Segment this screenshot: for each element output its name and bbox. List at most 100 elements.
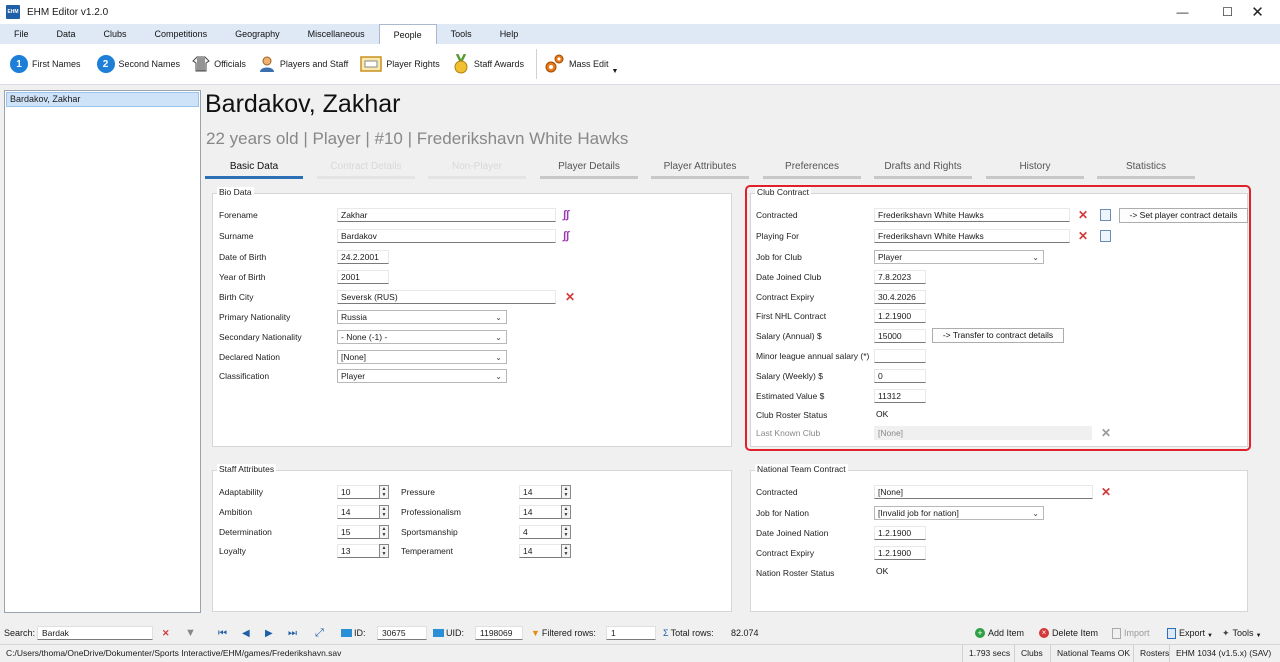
primary-nationality-select[interactable]: Russia ⌄	[337, 310, 507, 324]
secondary-nationality-select[interactable]: - None (-1) - ⌄	[337, 330, 507, 344]
menu-people[interactable]: People	[378, 24, 437, 44]
player-rights-button[interactable]: Player Rights	[360, 49, 452, 79]
add-item-button[interactable]: + Add Item	[975, 622, 1024, 644]
players-staff-button[interactable]: Players and Staff	[258, 49, 360, 79]
declared-nation-select[interactable]: [None] ⌄	[337, 350, 507, 364]
spinner-icon[interactable]: ▲ ▼	[561, 525, 571, 539]
determination-stepper[interactable]: 15 ▲ ▼	[337, 525, 389, 539]
clear-icon[interactable]: ✕	[1078, 230, 1088, 242]
estimated-value-field[interactable]: 11312	[874, 389, 926, 403]
menu-competitions[interactable]: Competitions	[141, 24, 222, 44]
contract-expiry-field[interactable]: 30.4.2026	[874, 290, 926, 304]
copy-icon[interactable]	[1100, 209, 1111, 221]
export-button[interactable]: Export ▼	[1167, 622, 1213, 644]
clear-icon[interactable]: ✕	[1101, 486, 1111, 498]
tab-drafts-rights[interactable]: Drafts and Rights	[874, 158, 972, 179]
spinner-icon[interactable]: ▲ ▼	[379, 505, 389, 519]
adaptability-stepper[interactable]: 10 ▲ ▼	[337, 485, 389, 499]
delete-item-button[interactable]: × Delete Item	[1039, 622, 1098, 644]
spinner-icon[interactable]: ▲ ▼	[379, 485, 389, 499]
list-item[interactable]: Bardakov, Zakhar	[6, 92, 199, 107]
spinner-icon[interactable]: ▲ ▼	[379, 544, 389, 558]
tab-contract-details[interactable]: Contract Details	[317, 158, 415, 179]
menu-geography[interactable]: Geography	[221, 24, 294, 44]
previous-record-icon[interactable]: ◀	[242, 622, 250, 644]
close-window-button[interactable]: ✕	[1235, 0, 1280, 24]
copy-icon[interactable]	[1100, 230, 1111, 242]
national-expiry-field[interactable]: 1.2.1900	[874, 546, 926, 560]
pressure-stepper[interactable]: 14 ▲ ▼	[519, 485, 571, 499]
spinner-icon[interactable]: ▲ ▼	[561, 544, 571, 558]
tab-player-details[interactable]: Player Details	[540, 158, 638, 179]
clear-search-icon[interactable]: ✕	[162, 627, 170, 639]
tab-statistics[interactable]: Statistics	[1097, 158, 1195, 179]
last-record-icon[interactable]: ⏭	[288, 622, 297, 644]
clubs-status: Clubs	[1014, 645, 1049, 662]
tab-history[interactable]: History	[986, 158, 1084, 179]
second-names-label: Second Names	[118, 59, 181, 69]
surname-field[interactable]: Bardakov	[337, 229, 556, 243]
uid-field[interactable]: 1198069	[475, 626, 523, 640]
menu-help[interactable]: Help	[486, 24, 533, 44]
temperament-stepper[interactable]: 14 ▲ ▼	[519, 544, 571, 558]
search-input[interactable]: Bardak	[37, 626, 153, 640]
add-item-label: Add Item	[988, 628, 1025, 638]
export-icon	[1167, 627, 1176, 639]
second-names-button[interactable]: 2 Second Names	[93, 49, 193, 79]
date-joined-nation-field[interactable]: 1.2.1900	[874, 526, 926, 540]
birth-city-field[interactable]: Seversk (RUS)	[337, 290, 556, 304]
forename-field[interactable]: Zakhar	[337, 208, 556, 222]
menu-clubs[interactable]: Clubs	[90, 24, 141, 44]
transfer-contract-button[interactable]: -> Transfer to contract details	[932, 328, 1064, 343]
job-for-nation-select[interactable]: [Invalid job for nation] ⌄	[874, 506, 1044, 520]
playing-for-label: Playing For	[756, 231, 799, 241]
tools-button[interactable]: ✦ Tools ▼	[1222, 622, 1262, 644]
menu-tools[interactable]: Tools	[437, 24, 486, 44]
spinner-icon[interactable]: ▲ ▼	[561, 485, 571, 499]
tab-player-attributes[interactable]: Player Attributes	[651, 158, 749, 179]
name-variants-icon[interactable]: ∫∫	[563, 209, 569, 221]
contracted-field[interactable]: Frederikshavn White Hawks	[874, 208, 1070, 222]
expand-icon[interactable]: ⤢	[315, 622, 324, 644]
mass-edit-button[interactable]: Mass Edit ▼	[543, 49, 630, 79]
tab-basic-data[interactable]: Basic Data	[205, 158, 303, 179]
minimize-button[interactable]: —	[1160, 0, 1205, 24]
set-contract-details-button[interactable]: -> Set player contract details	[1119, 208, 1248, 223]
tab-preferences[interactable]: Preferences	[763, 158, 861, 179]
minor-salary-field[interactable]	[874, 349, 926, 363]
dob-field[interactable]: 24.2.2001	[337, 250, 389, 264]
id-field[interactable]: 30675	[377, 626, 427, 640]
yob-field[interactable]: 2001	[337, 270, 389, 284]
staff-awards-button[interactable]: Staff Awards	[452, 49, 536, 79]
import-button[interactable]: Import	[1112, 622, 1150, 644]
job-for-club-select[interactable]: Player ⌄	[874, 250, 1044, 264]
clear-icon[interactable]: ✕	[1078, 209, 1088, 221]
loyalty-stepper[interactable]: 13 ▲ ▼	[337, 544, 389, 558]
national-contracted-field[interactable]: [None]	[874, 485, 1093, 499]
yob-label: Year of Birth	[219, 272, 266, 282]
spinner-icon[interactable]: ▲ ▼	[379, 525, 389, 539]
classification-select[interactable]: Player ⌄	[337, 369, 507, 383]
sportsmanship-stepper[interactable]: 4 ▲ ▼	[519, 525, 571, 539]
menu-miscellaneous[interactable]: Miscellaneous	[294, 24, 379, 44]
salary-annual-field[interactable]: 15000	[874, 329, 926, 343]
salary-weekly-field[interactable]: 0	[874, 369, 926, 383]
spinner-icon[interactable]: ▲ ▼	[561, 505, 571, 519]
filter-icon[interactable]: ▼	[185, 622, 196, 644]
people-list[interactable]: Bardakov, Zakhar	[4, 90, 201, 613]
officials-button[interactable]: Officials	[192, 49, 258, 79]
clear-icon[interactable]: ✕	[565, 291, 575, 303]
date-joined-field[interactable]: 7.8.2023	[874, 270, 926, 284]
name-variants-icon[interactable]: ∫∫	[563, 230, 569, 242]
playing-for-field[interactable]: Frederikshavn White Hawks	[874, 229, 1070, 243]
first-nhl-field[interactable]: 1.2.1900	[874, 309, 926, 323]
ambition-stepper[interactable]: 14 ▲ ▼	[337, 505, 389, 519]
next-record-icon[interactable]: ▶	[265, 622, 273, 644]
first-record-icon[interactable]: ⏮	[218, 622, 227, 644]
menu-file[interactable]: File	[0, 24, 43, 44]
determination-value: 15	[341, 527, 351, 537]
menu-data[interactable]: Data	[43, 24, 90, 44]
first-names-button[interactable]: 1 First Names	[10, 49, 93, 79]
tab-non-player[interactable]: Non-Player	[428, 158, 526, 179]
professionalism-stepper[interactable]: 14 ▲ ▼	[519, 505, 571, 519]
